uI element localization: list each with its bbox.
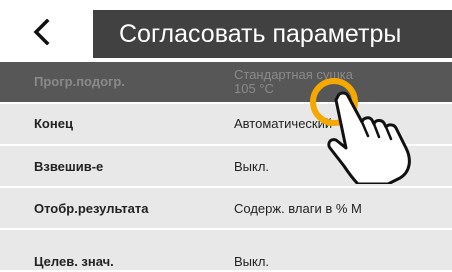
list-item-label: Конец	[34, 116, 73, 131]
back-button[interactable]	[0, 0, 90, 62]
chevron-left-icon	[33, 19, 50, 45]
list-item-value: Стандартная сушка 105 °C	[234, 68, 353, 96]
list-item-end[interactable]: Конец Автоматический	[0, 104, 452, 146]
list-item-heating-program[interactable]: Прогр.подогр. Стандартная сушка 105 °C	[0, 62, 452, 104]
list-item-label: Отобр.результата	[34, 201, 149, 216]
list-item-weighing[interactable]: Взвешив-е Выкл.	[0, 146, 452, 188]
list-item-value: Выкл.	[234, 159, 270, 174]
value-line-1: Стандартная сушка	[234, 67, 354, 82]
header: Согласовать параметры	[0, 0, 452, 62]
list-item-label: Взвешив-е	[34, 159, 104, 174]
list-item-label: Прогр.подогр.	[34, 74, 125, 89]
list-item-target-value[interactable]: Целев. знач. Выкл.	[0, 230, 452, 272]
page-title: Согласовать параметры	[93, 10, 452, 58]
list-item-value: Автоматический	[234, 116, 333, 131]
list-item-label: Целев. знач.	[34, 254, 114, 269]
list-item-value: Содерж. влаги в % M	[234, 201, 362, 216]
list-item-value: Выкл.	[234, 254, 270, 269]
value-line-2: 105 °C	[234, 81, 274, 96]
list-item-result-display[interactable]: Отобр.результата Содерж. влаги в % M	[0, 188, 452, 230]
